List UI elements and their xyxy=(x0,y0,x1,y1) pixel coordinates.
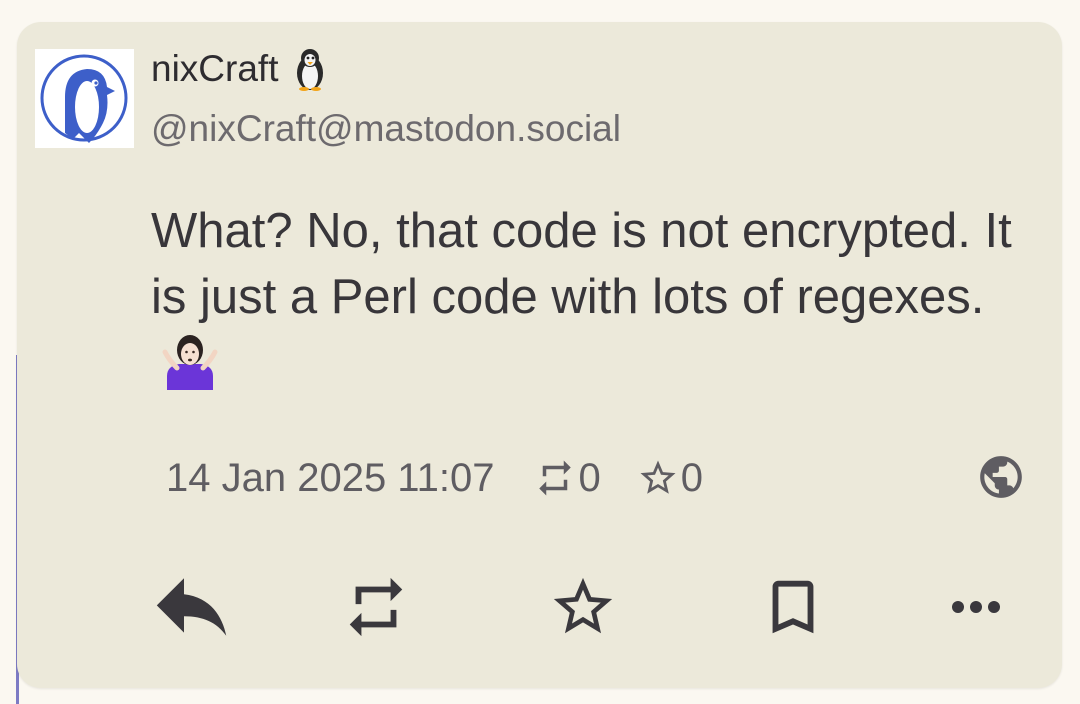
avatar[interactable] xyxy=(35,49,134,148)
boost-button[interactable] xyxy=(331,567,421,647)
boost-small-icon xyxy=(539,460,572,496)
status-meta: 14 Jan 2025 11:07 0 0 xyxy=(166,453,739,503)
post-timestamp[interactable]: 14 Jan 2025 11:07 xyxy=(166,456,494,501)
star-small-icon xyxy=(640,460,676,494)
reply-button[interactable] xyxy=(147,567,237,647)
reply-icon xyxy=(156,578,227,636)
boost-icon xyxy=(349,577,403,637)
status-card[interactable]: nixCraft @nixCraft@mastodon.social What?… xyxy=(17,22,1062,688)
post-text: What? No, that code is not encrypted. It… xyxy=(151,204,1012,324)
favourite-icon xyxy=(553,577,613,634)
penguin-icon xyxy=(297,49,324,91)
more-icon xyxy=(952,601,1000,613)
action-bar xyxy=(17,567,1062,647)
author-name-text: nixCraft xyxy=(151,48,279,89)
favourite-count-value: 0 xyxy=(680,455,703,500)
boost-count: 0 xyxy=(534,455,601,501)
favourite-button[interactable] xyxy=(538,567,628,647)
penguin-avatar-icon xyxy=(40,54,128,143)
author-handle[interactable]: @nixCraft@mastodon.social xyxy=(151,108,621,150)
boost-count-value: 0 xyxy=(578,455,601,500)
more-button[interactable] xyxy=(931,567,1021,647)
globe-icon[interactable] xyxy=(976,452,1026,502)
post-content: What? No, that code is not encrypted. It… xyxy=(151,198,1031,407)
favourite-count: 0 xyxy=(637,456,703,501)
author-display-name[interactable]: nixCraft xyxy=(151,47,328,91)
bookmark-icon xyxy=(772,580,814,634)
bookmark-button[interactable] xyxy=(748,567,838,647)
person-shrugging-icon xyxy=(161,330,219,407)
